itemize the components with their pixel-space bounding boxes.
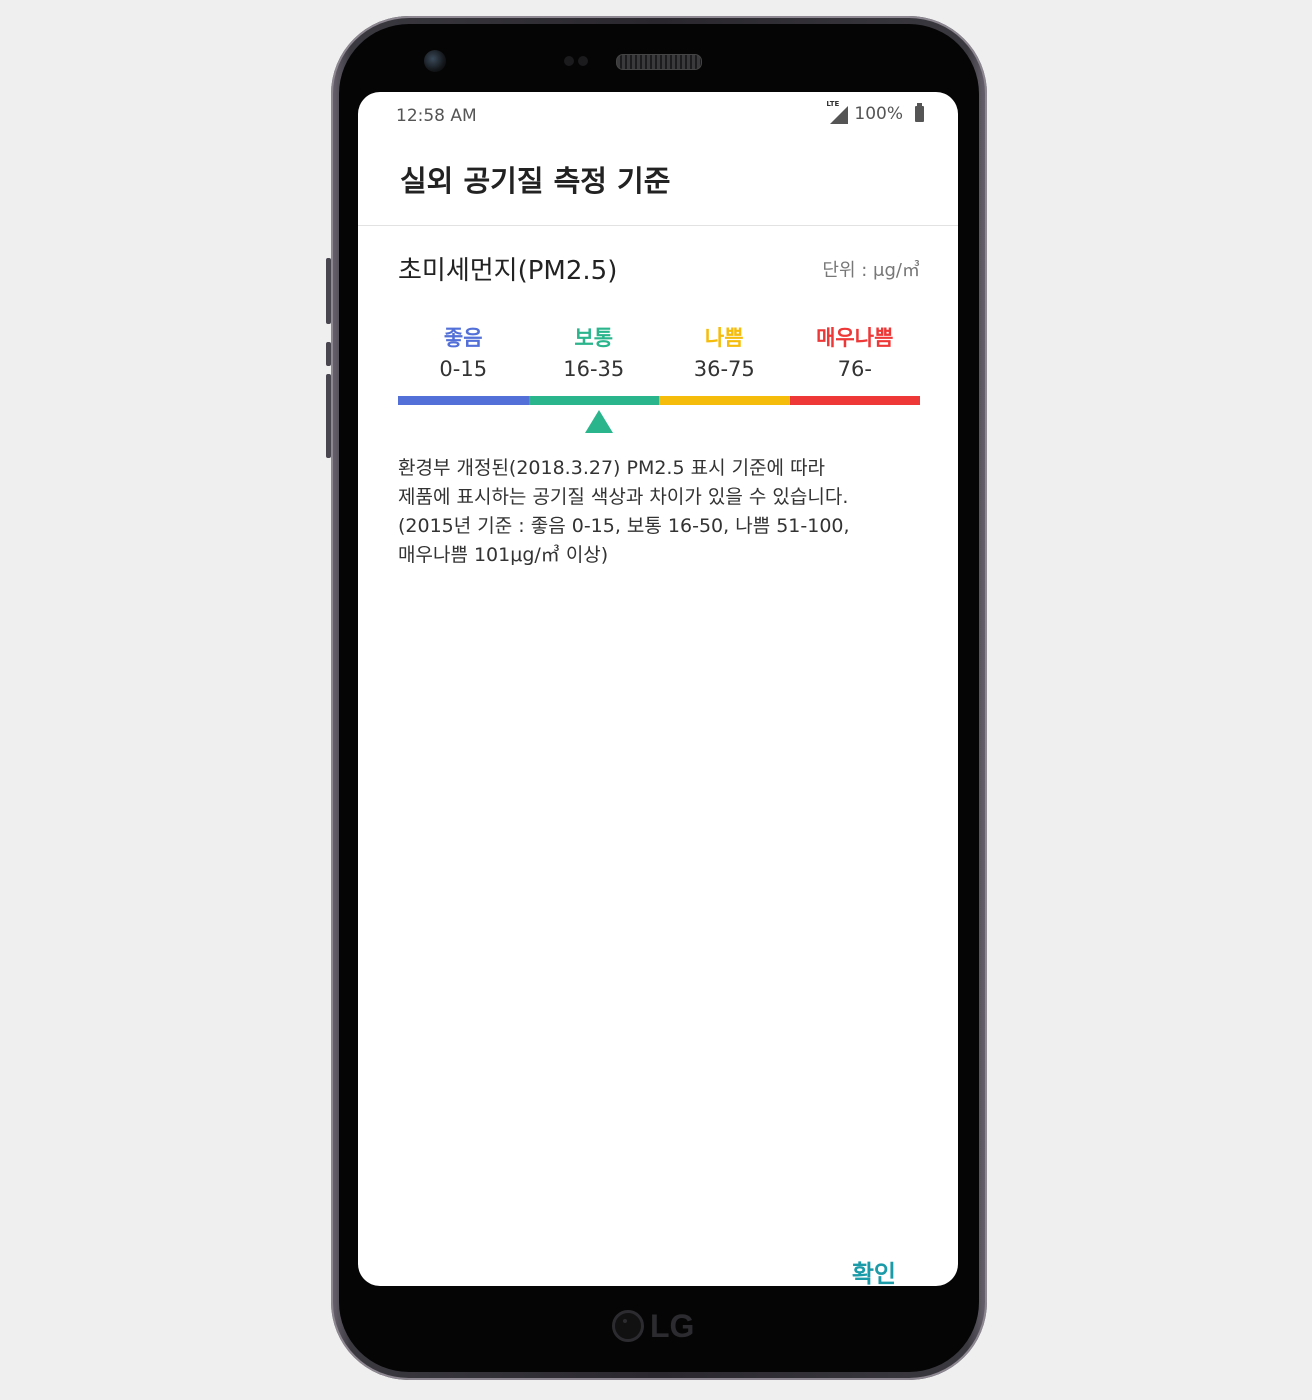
volume-up-button (326, 258, 331, 324)
level-good-name: 좋음 (443, 326, 483, 350)
lte-signal-icon: LTE (826, 100, 849, 124)
battery-percent: 100% (854, 104, 903, 124)
notice-line: (2015년 기준 : 좋음 0-15, 보통 16-50, 나쁨 51-100… (398, 515, 850, 537)
level-moderate: 보통 16-35 (529, 324, 660, 384)
level-legend: 좋음 0-15 보통 16-35 나쁨 36-75 매우나쁨 76- (398, 324, 920, 384)
level-moderate-range: 16-35 (563, 357, 625, 381)
status-time: 12:58 AM (396, 106, 477, 126)
scale-segment-bad (659, 396, 790, 405)
level-good: 좋음 0-15 (398, 324, 529, 384)
lg-logo-mark-icon (612, 1310, 644, 1342)
proximity-sensor (564, 56, 574, 66)
level-very-bad-name: 매우나쁨 (816, 326, 894, 350)
level-very-bad-range: 76- (837, 357, 872, 381)
notice-text: 환경부 개정된(2018.3.27) PM2.5 표시 기준에 따라 제품에 표… (398, 454, 928, 570)
phone-screen: 12:58 AM LTE 100% 실외 공기질 측정 기준 초미세먼지(PM2… (358, 92, 958, 1286)
level-moderate-name: 보통 (574, 326, 614, 350)
level-good-range: 0-15 (439, 357, 488, 381)
front-camera (424, 50, 446, 72)
level-bad: 나쁨 36-75 (659, 324, 790, 384)
notice-line: 환경부 개정된(2018.3.27) PM2.5 표시 기준에 따라 (398, 457, 826, 479)
volume-down-button (326, 342, 331, 366)
battery-icon (915, 103, 924, 122)
air-quality-scale-bar (398, 396, 920, 405)
assistant-button (326, 374, 331, 458)
scale-segment-very-bad (789, 396, 920, 405)
scale-segment-moderate (528, 396, 659, 405)
lg-logo: LG (612, 1306, 712, 1346)
level-bad-range: 36-75 (693, 357, 755, 381)
light-sensor (578, 56, 588, 66)
unit-label: 단위 : μg/㎥ (822, 260, 920, 281)
current-level-indicator-icon (585, 410, 613, 433)
confirm-button[interactable]: 확인 (852, 1254, 896, 1286)
scale-segment-good (398, 396, 529, 405)
status-icons: LTE 100% (826, 100, 924, 124)
section-title: 초미세먼지(PM2.5) (398, 256, 618, 286)
notice-line: 제품에 표시하는 공기질 색상과 차이가 있을 수 있습니다. (398, 486, 849, 508)
earpiece-speaker (616, 54, 702, 70)
lg-logo-text: LG (650, 1307, 695, 1344)
status-bar: 12:58 AM LTE 100% (358, 92, 958, 140)
level-very-bad: 매우나쁨 76- (790, 324, 921, 384)
level-bad-name: 나쁨 (704, 326, 744, 350)
notice-line: 매우나쁨 101μg/㎥ 이상) (398, 544, 609, 566)
title-divider (358, 225, 958, 226)
dialog-title: 실외 공기질 측정 기준 (400, 164, 671, 198)
